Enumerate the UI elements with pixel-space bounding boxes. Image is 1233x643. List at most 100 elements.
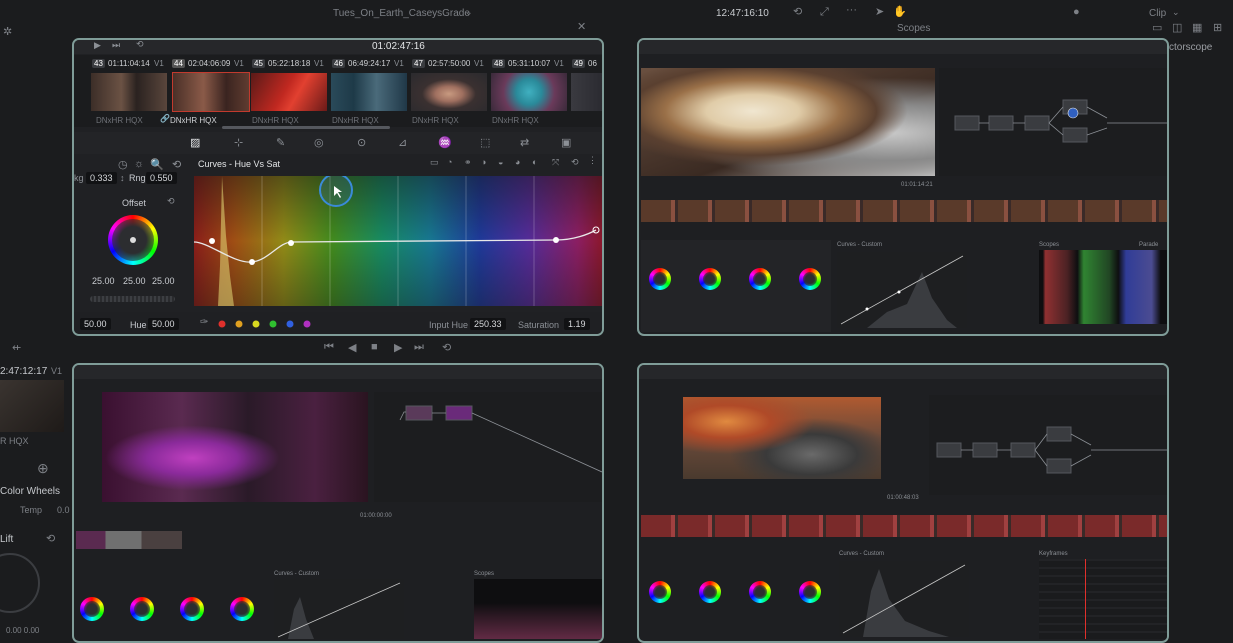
curve-link-icon[interactable]: ⚭ <box>464 157 472 168</box>
expand-icon[interactable]: ⤧ <box>552 157 559 168</box>
clip-thumbnail[interactable] <box>571 73 602 111</box>
close-icon[interactable]: ✕ <box>577 20 586 33</box>
curves-tool-icon[interactable]: ▨ <box>190 136 200 149</box>
settings-icon[interactable]: ✲ <box>3 25 12 38</box>
br-viewer-image[interactable] <box>683 397 881 479</box>
tr-curve-graph[interactable] <box>837 252 967 328</box>
curve-mode-icon[interactable]: ◒ <box>498 157 503 167</box>
time-icon[interactable]: ◷ <box>118 158 128 171</box>
window-tool-icon[interactable]: ⊹ <box>234 136 243 149</box>
reset-curves-icon[interactable]: ⟲ <box>172 158 181 171</box>
clip-strip-scrollbar[interactable] <box>222 126 390 129</box>
curve-mode-icon[interactable]: ◕ <box>515 157 520 167</box>
clip-thumbnail[interactable] <box>91 73 167 111</box>
rng-value-field[interactable]: 0.550 <box>146 172 177 184</box>
more-options-icon[interactable]: ··· <box>846 4 857 16</box>
more-icon[interactable]: ⋮ <box>588 155 597 166</box>
bl-curve-graph[interactable] <box>274 579 404 639</box>
audio-icon[interactable]: ⇷ <box>12 341 21 354</box>
loop-playback-icon[interactable]: ⟲ <box>442 341 451 354</box>
curve-mode-icon[interactable]: ◐ <box>532 157 537 167</box>
sizing-tool-icon[interactable]: ⇄ <box>520 136 529 149</box>
tr-lift-wheel[interactable] <box>649 268 671 290</box>
hue-swatches[interactable] <box>216 318 316 330</box>
curve-control-point <box>249 259 255 265</box>
saturation-field[interactable]: 1.19 <box>564 318 590 330</box>
tr-gamma-wheel[interactable] <box>699 268 721 290</box>
offset-value-r[interactable]: 25.00 <box>92 276 115 286</box>
bl-viewer-image[interactable] <box>102 392 368 502</box>
br-gamma-wheel[interactable] <box>699 581 721 603</box>
add-node-icon[interactable]: ⊕ <box>37 460 49 477</box>
project-dropdown-icon[interactable]: ⌄ <box>465 7 473 18</box>
br-lift-wheel[interactable] <box>649 581 671 603</box>
clip-codec: DNxHR HQX <box>170 116 217 125</box>
magic-mask-icon[interactable]: ⊿ <box>398 136 407 149</box>
clip-label[interactable]: Clip <box>1149 8 1166 19</box>
sun-icon[interactable]: ☼ <box>134 158 144 170</box>
clip-thumbnail-selected[interactable] <box>172 72 250 112</box>
bl-lift-wheel[interactable] <box>80 597 104 621</box>
curve-mode-icon[interactable]: ◑ <box>481 157 486 167</box>
offset-value-b[interactable]: 25.00 <box>152 276 175 286</box>
bl-scopes-label: Scopes <box>474 571 495 577</box>
fullscreen-icon[interactable]: ⤢ <box>820 6 829 19</box>
layout-quad-icon[interactable]: ▦ <box>1192 21 1202 34</box>
qualifier-tool-icon[interactable]: ✎ <box>276 136 285 149</box>
left-value-field[interactable]: 0.333 <box>86 172 117 184</box>
offset-jog-wheel[interactable] <box>90 296 175 302</box>
hue-value-field[interactable]: 50.00 <box>148 318 179 330</box>
layout-dual-icon[interactable]: ◫ <box>1172 21 1182 34</box>
3d-tool-icon[interactable]: ▣ <box>561 136 571 149</box>
tracker-icon[interactable]: ⊙ <box>357 136 366 149</box>
play-icon[interactable]: ▶ <box>394 341 402 354</box>
power-window-icon[interactable]: ◎ <box>314 136 324 149</box>
layout-single-icon[interactable]: ▭ <box>1152 21 1162 34</box>
curve-mode-icon[interactable]: ◔ <box>447 157 452 167</box>
bl-offset-wheel[interactable] <box>230 597 254 621</box>
pointer-icon[interactable]: ➤ <box>875 5 884 18</box>
stop-icon[interactable]: ■ <box>371 341 378 353</box>
bl-gamma-wheel[interactable] <box>130 597 154 621</box>
jump-end-icon[interactable]: ⏭ <box>414 341 424 354</box>
blur-tool-icon[interactable]: ♒ <box>438 136 452 149</box>
hand-tool-icon[interactable]: ✋ <box>893 5 907 18</box>
clip-thumbnail[interactable] <box>331 73 407 111</box>
loop-small-icon[interactable]: ⟲ <box>136 40 144 50</box>
clip-dropdown-icon[interactable]: ⌄ <box>1172 7 1180 18</box>
jump-start-icon[interactable]: ⏮ <box>324 341 334 354</box>
zoom-icon[interactable]: 🔍 <box>150 158 164 171</box>
tr-offset-wheel[interactable] <box>799 268 821 290</box>
tr-gain-wheel[interactable] <box>749 268 771 290</box>
loop-icon[interactable]: ⟲ <box>793 5 802 18</box>
color-wheels-label[interactable]: Color Wheels <box>0 486 60 497</box>
temp-value[interactable]: 0.0 <box>57 505 70 515</box>
next-frame-icon[interactable]: ⏭ <box>112 40 120 51</box>
lift-wheel[interactable] <box>0 553 40 613</box>
br-gain-wheel[interactable] <box>749 581 771 603</box>
curve-mode-icon[interactable]: ▭ <box>430 157 439 168</box>
reverse-icon[interactable]: ◀ <box>348 341 356 354</box>
clip-thumbnail[interactable] <box>411 73 487 111</box>
br-curve-graph[interactable] <box>839 561 969 637</box>
clip-thumbnail[interactable] <box>491 73 567 111</box>
offset-wheel-center[interactable] <box>130 237 136 243</box>
reset-icon[interactable]: ⟲ <box>571 157 579 168</box>
reset-lift-icon[interactable]: ⟲ <box>46 532 55 545</box>
key-tool-icon[interactable]: ⬚ <box>480 136 490 149</box>
reset-offset-icon[interactable]: ⟲ <box>167 196 175 207</box>
left-thumbnail[interactable] <box>0 380 64 432</box>
layout-grid-icon[interactable]: ⊞ <box>1213 21 1222 34</box>
br-offset-wheel[interactable] <box>799 581 821 603</box>
bottom-left-field[interactable]: 50.00 <box>80 318 111 330</box>
tr-viewer-image[interactable] <box>641 68 935 176</box>
eyedropper-icon[interactable]: ✑ <box>200 317 208 328</box>
offset-value-g[interactable]: 25.00 <box>123 276 146 286</box>
play-small-icon[interactable]: ▶ <box>94 40 101 51</box>
input-hue-field[interactable]: 250.33 <box>470 318 506 330</box>
hue-sat-curve[interactable] <box>194 176 602 306</box>
br-playhead[interactable] <box>1085 559 1086 639</box>
br-keyframes-area <box>1039 559 1167 639</box>
bl-gain-wheel[interactable] <box>180 597 204 621</box>
clip-thumbnail[interactable] <box>251 73 327 111</box>
